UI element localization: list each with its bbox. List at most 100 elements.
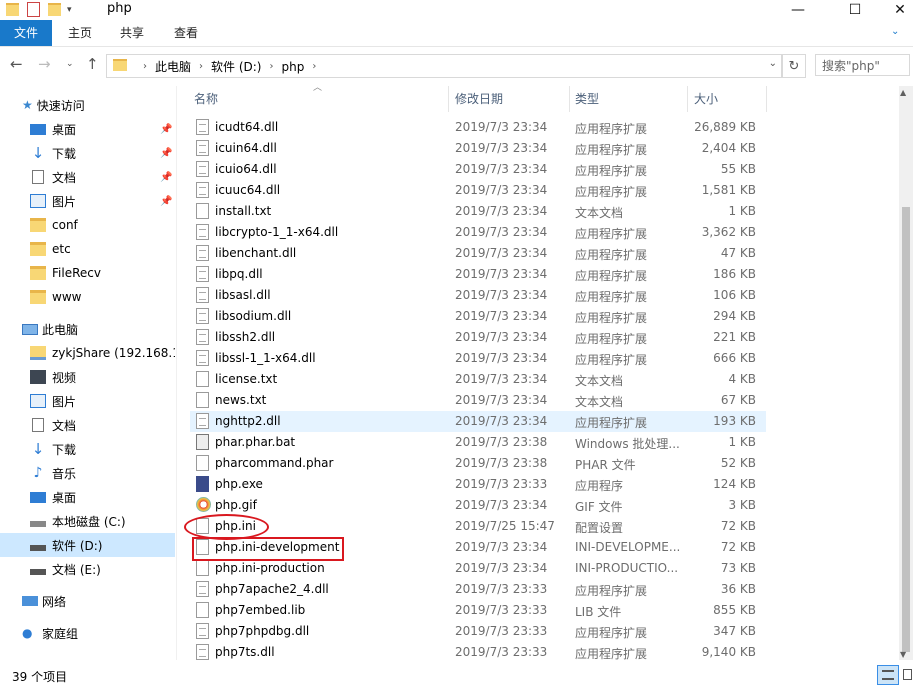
nav-item-desktop[interactable]: 桌面 📌 <box>0 117 175 141</box>
nav-quick-access[interactable]: ★ 快速访问 <box>0 93 175 117</box>
nav-item-documents[interactable]: 文档 📌 <box>0 165 175 189</box>
file-row[interactable]: php7phpdbg.dll 2019/7/3 23:33 应用程序扩展 347 KB <box>190 621 766 642</box>
breadcrumb-chevron-icon[interactable]: › <box>143 61 147 72</box>
file-date: 2019/7/3 23:34 <box>455 540 548 554</box>
nav-this-pc[interactable]: 此电脑 <box>0 317 175 341</box>
breadcrumb-chevron-icon[interactable]: › <box>312 61 316 72</box>
column-divider[interactable] <box>448 86 449 112</box>
file-row[interactable]: php7apache2_4.dll 2019/7/3 23:33 应用程序扩展 36 … <box>190 579 766 600</box>
nav-item-network-share[interactable]: zykjShare (192.168.10 <box>0 341 175 365</box>
file-row[interactable]: php.ini 2019/7/25 15:47 配置设置 72 KB <box>190 516 766 537</box>
file-row[interactable]: libpq.dll 2019/7/3 23:34 应用程序扩展 186 KB <box>190 264 766 285</box>
column-divider[interactable] <box>569 86 570 112</box>
nav-item-documents-pc[interactable]: 文档 <box>0 413 175 437</box>
close-button[interactable]: ✕ <box>877 0 913 20</box>
pin-icon[interactable]: 📌 <box>160 148 172 159</box>
properties-icon[interactable] <box>27 2 40 17</box>
file-row[interactable]: php.ini-production 2019/7/3 23:34 INI-PROD… <box>190 558 766 579</box>
file-size: 47 KB <box>720 246 756 260</box>
new-folder-icon[interactable] <box>48 3 61 16</box>
tab-share[interactable]: 共享 <box>110 20 154 46</box>
file-size: 347 KB <box>713 624 756 638</box>
file-row[interactable]: icuuc64.dll 2019/7/3 23:34 应用程序扩展 1,581 KB <box>190 180 766 201</box>
maximize-button[interactable]: ☐ <box>832 0 878 20</box>
file-row[interactable]: libsodium.dll 2019/7/3 23:34 应用程序扩展 294 KB <box>190 306 766 327</box>
nav-item-music[interactable]: ♪ 音乐 <box>0 461 175 485</box>
nav-label: 家庭组 <box>42 626 79 641</box>
large-icons-view-button[interactable] <box>900 665 913 685</box>
nav-item-www[interactable]: www <box>0 285 175 309</box>
breadcrumb-chevron-icon[interactable]: › <box>199 61 203 72</box>
nav-item-filerecv[interactable]: FileRecv <box>0 261 175 285</box>
nav-network[interactable]: 网络 <box>0 589 175 613</box>
nav-item-drive-d[interactable]: 软件 (D:) <box>0 533 175 557</box>
file-row[interactable]: license.txt 2019/7/3 23:34 文本文档 4 KB <box>190 369 766 390</box>
forward-button[interactable]: → <box>38 55 51 73</box>
nav-item-pictures[interactable]: 图片 📌 <box>0 189 175 213</box>
column-date[interactable]: 修改日期 <box>451 86 569 112</box>
customize-qa-icon[interactable]: ▾ <box>67 5 72 15</box>
file-row[interactable]: php.exe 2019/7/3 23:33 应用程序 124 KB <box>190 474 766 495</box>
nav-item-drive-e[interactable]: 文档 (E:) <box>0 557 175 581</box>
tab-view[interactable]: 查看 <box>164 20 208 46</box>
address-bar[interactable]: › 此电脑 › 软件 (D:) › php › ⌄ <box>106 54 782 78</box>
nav-item-downloads-pc[interactable]: ↓ 下载 <box>0 437 175 461</box>
nav-item-videos[interactable]: 视频 <box>0 365 175 389</box>
expand-ribbon-icon[interactable]: ⌄ <box>891 26 899 37</box>
pane-splitter[interactable] <box>176 86 177 660</box>
up-button[interactable]: ↑ <box>86 55 99 73</box>
file-row[interactable]: libcrypto-1_1-x64.dll 2019/7/3 23:34 应用程序扩… <box>190 222 766 243</box>
column-size[interactable]: 大小 <box>690 86 766 112</box>
nav-item-desktop-pc[interactable]: 桌面 <box>0 485 175 509</box>
details-view-button[interactable] <box>877 665 899 685</box>
file-row[interactable]: libenchant.dll 2019/7/3 23:34 应用程序扩展 47 KB <box>190 243 766 264</box>
file-row[interactable]: php.gif 2019/7/3 23:34 GIF 文件 3 KB <box>190 495 766 516</box>
nav-item-pictures-pc[interactable]: 图片 <box>0 389 175 413</box>
file-size: 221 KB <box>713 330 756 344</box>
file-row[interactable]: install.txt 2019/7/3 23:34 文本文档 1 KB <box>190 201 766 222</box>
file-row[interactable]: icuin64.dll 2019/7/3 23:34 应用程序扩展 2,404 KB <box>190 138 766 159</box>
file-size: 666 KB <box>713 351 756 365</box>
breadcrumb-chevron-icon[interactable]: › <box>269 61 273 72</box>
nav-item-conf[interactable]: conf <box>0 213 175 237</box>
file-row[interactable]: phar.phar.bat 2019/7/3 23:38 Windows 批处理..… <box>190 432 766 453</box>
tab-file[interactable]: 文件 <box>0 20 52 46</box>
file-txt-icon <box>196 560 209 576</box>
file-row[interactable]: icuio64.dll 2019/7/3 23:34 应用程序扩展 55 KB <box>190 159 766 180</box>
column-name[interactable]: 名称 <box>190 86 448 112</box>
file-row[interactable]: news.txt 2019/7/3 23:34 文本文档 67 KB <box>190 390 766 411</box>
minimize-button[interactable]: — <box>775 0 821 20</box>
file-row[interactable]: libssh2.dll 2019/7/3 23:34 应用程序扩展 221 KB <box>190 327 766 348</box>
refresh-button[interactable]: ↻ <box>782 54 806 78</box>
scrollbar-thumb[interactable] <box>902 207 910 652</box>
recent-locations-icon[interactable]: ⌄ <box>66 59 74 69</box>
breadcrumb-php[interactable]: php <box>281 60 304 74</box>
breadcrumb-drive-d[interactable]: 软件 (D:) <box>211 58 261 75</box>
search-input[interactable]: 搜索"php" <box>815 54 910 76</box>
file-row[interactable]: nghttp2.dll 2019/7/3 23:34 应用程序扩展 193 KB <box>190 411 766 432</box>
nav-homegroup[interactable]: ● 家庭组 <box>0 621 175 645</box>
nav-item-etc[interactable]: etc <box>0 237 175 261</box>
column-type[interactable]: 类型 <box>571 86 687 112</box>
pin-icon[interactable]: 📌 <box>160 124 172 135</box>
file-row[interactable]: icudt64.dll 2019/7/3 23:34 应用程序扩展 26,889 KB <box>190 117 766 138</box>
file-date: 2019/7/3 23:34 <box>455 561 548 575</box>
column-divider[interactable] <box>766 86 767 112</box>
file-row[interactable]: libssl-1_1-x64.dll 2019/7/3 23:34 应用程序扩展 66… <box>190 348 766 369</box>
pin-icon[interactable]: 📌 <box>160 172 172 183</box>
file-row[interactable]: libsasl.dll 2019/7/3 23:34 应用程序扩展 106 KB <box>190 285 766 306</box>
pin-icon[interactable]: 📌 <box>160 196 172 207</box>
breadcrumb-this-pc[interactable]: 此电脑 <box>155 58 191 75</box>
folder-icon[interactable] <box>6 3 19 16</box>
scroll-up-icon[interactable]: ▲ <box>900 88 906 97</box>
nav-item-drive-c[interactable]: 本地磁盘 (C:) <box>0 509 175 533</box>
back-button[interactable]: ← <box>10 55 23 73</box>
scroll-down-icon[interactable]: ▼ <box>900 650 906 659</box>
tab-home[interactable]: 主页 <box>58 20 102 46</box>
column-divider[interactable] <box>687 86 688 112</box>
file-row[interactable]: pharcommand.phar 2019/7/3 23:38 PHAR 文件 52 … <box>190 453 766 474</box>
address-dropdown-icon[interactable]: ⌄ <box>769 58 777 69</box>
nav-item-downloads[interactable]: ↓ 下载 📌 <box>0 141 175 165</box>
file-type: 文本文档 <box>575 206 624 220</box>
file-row[interactable]: php7embed.lib 2019/7/3 23:33 LIB 文件 855 KB <box>190 600 766 621</box>
